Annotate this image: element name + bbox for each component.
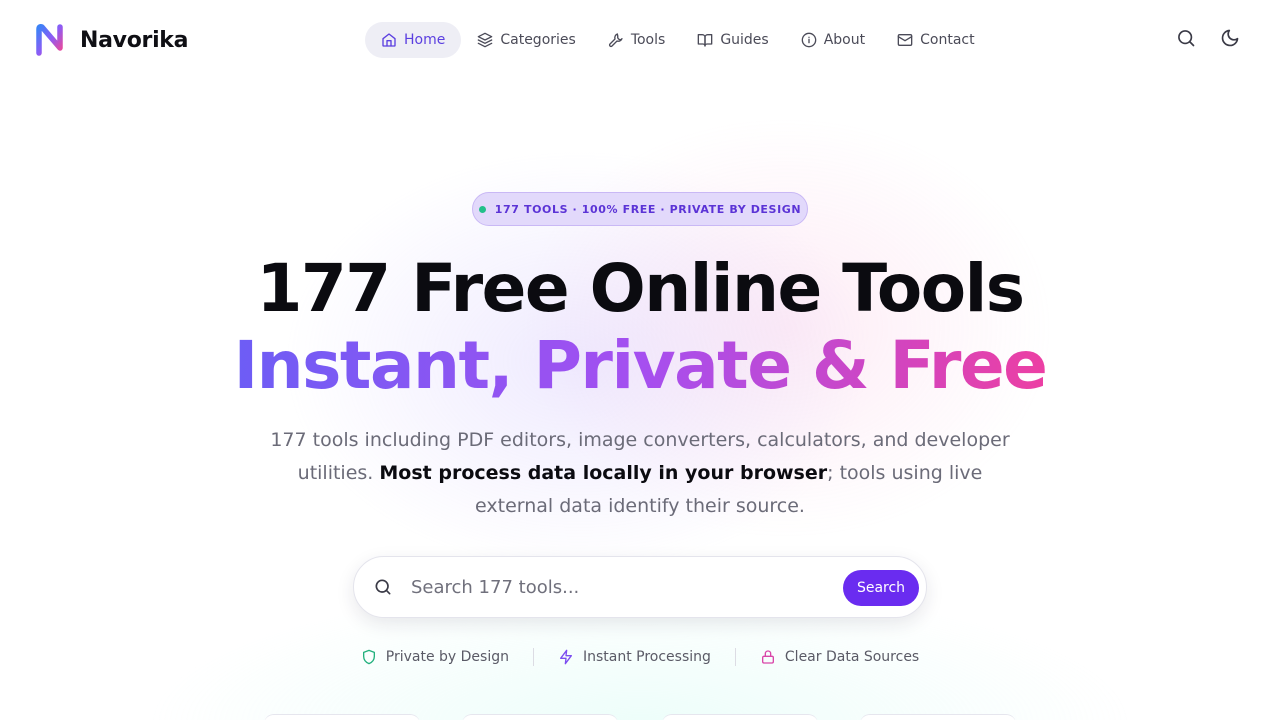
main-nav: Home Categories Tools Guides About Conta… (365, 22, 991, 58)
search-icon[interactable] (1176, 28, 1196, 48)
nav-item-contact[interactable]: Contact (881, 22, 990, 58)
nav-label: Contact (920, 32, 975, 48)
feature-label: Instant Processing (582, 649, 711, 665)
feature-item: Clear Data Sources (736, 649, 943, 665)
status-dot-icon (478, 205, 486, 213)
layers-icon (478, 32, 493, 48)
brand-name: Navorika (80, 27, 189, 53)
hero-badge: 177 TOOLS · 100% FREE · PRIVATE BY DESIG… (472, 192, 808, 226)
feature-list: Private by Design Instant Processing Cle… (0, 648, 1280, 666)
hero-subtitle-bold: Most process data locally in your browse… (379, 462, 828, 484)
nav-label: Guides (720, 32, 769, 48)
nav-item-home[interactable]: Home (365, 22, 462, 58)
hero-badge-text: 177 TOOLS · 100% FREE · PRIVATE BY DESIG… (494, 202, 802, 216)
nav-label: Categories (500, 32, 576, 48)
feature-label: Clear Data Sources (784, 649, 920, 665)
tool-search-form: Search (353, 556, 927, 618)
header-actions (1176, 28, 1240, 48)
mail-icon (897, 34, 913, 46)
search-icon (375, 579, 391, 595)
brand-logo-link[interactable]: Navorika (36, 24, 188, 56)
info-icon (801, 32, 817, 48)
search-input[interactable] (411, 576, 831, 598)
feature-item: Private by Design (337, 649, 533, 665)
wrench-icon (608, 33, 623, 48)
moon-icon[interactable] (1220, 28, 1240, 48)
zap-icon (559, 649, 572, 665)
shield-icon (362, 649, 375, 665)
brand-logo-icon (36, 24, 63, 56)
hero-title-gradient: Instant, Private & Free (0, 326, 1280, 406)
tool-card[interactable] (662, 714, 818, 720)
nav-item-about[interactable]: About (785, 22, 881, 58)
hero-title: 177 Free Online Tools (256, 250, 1025, 327)
nav-item-guides[interactable]: Guides (681, 22, 784, 58)
hero-title-line2: Instant, Private & Free (233, 327, 1048, 404)
nav-item-categories[interactable]: Categories (461, 22, 591, 58)
nav-label: Tools (630, 32, 666, 48)
home-icon (382, 33, 396, 47)
nav-label: Home (404, 32, 446, 48)
feature-item: Instant Processing (534, 649, 735, 665)
site-header: Navorika Home Categories Tools Guides Ab… (0, 0, 1280, 80)
hero-subtitle: 177 tools including PDF editors, image c… (270, 424, 1010, 523)
tool-card[interactable] (860, 714, 1016, 720)
search-button[interactable]: Search (843, 570, 919, 606)
nav-item-tools[interactable]: Tools (592, 22, 682, 58)
book-icon (697, 34, 713, 47)
lock-icon (761, 650, 774, 664)
feature-label: Private by Design (385, 649, 509, 665)
tool-card[interactable] (462, 714, 618, 720)
tool-card[interactable] (264, 714, 420, 720)
nav-label: About (823, 32, 866, 48)
